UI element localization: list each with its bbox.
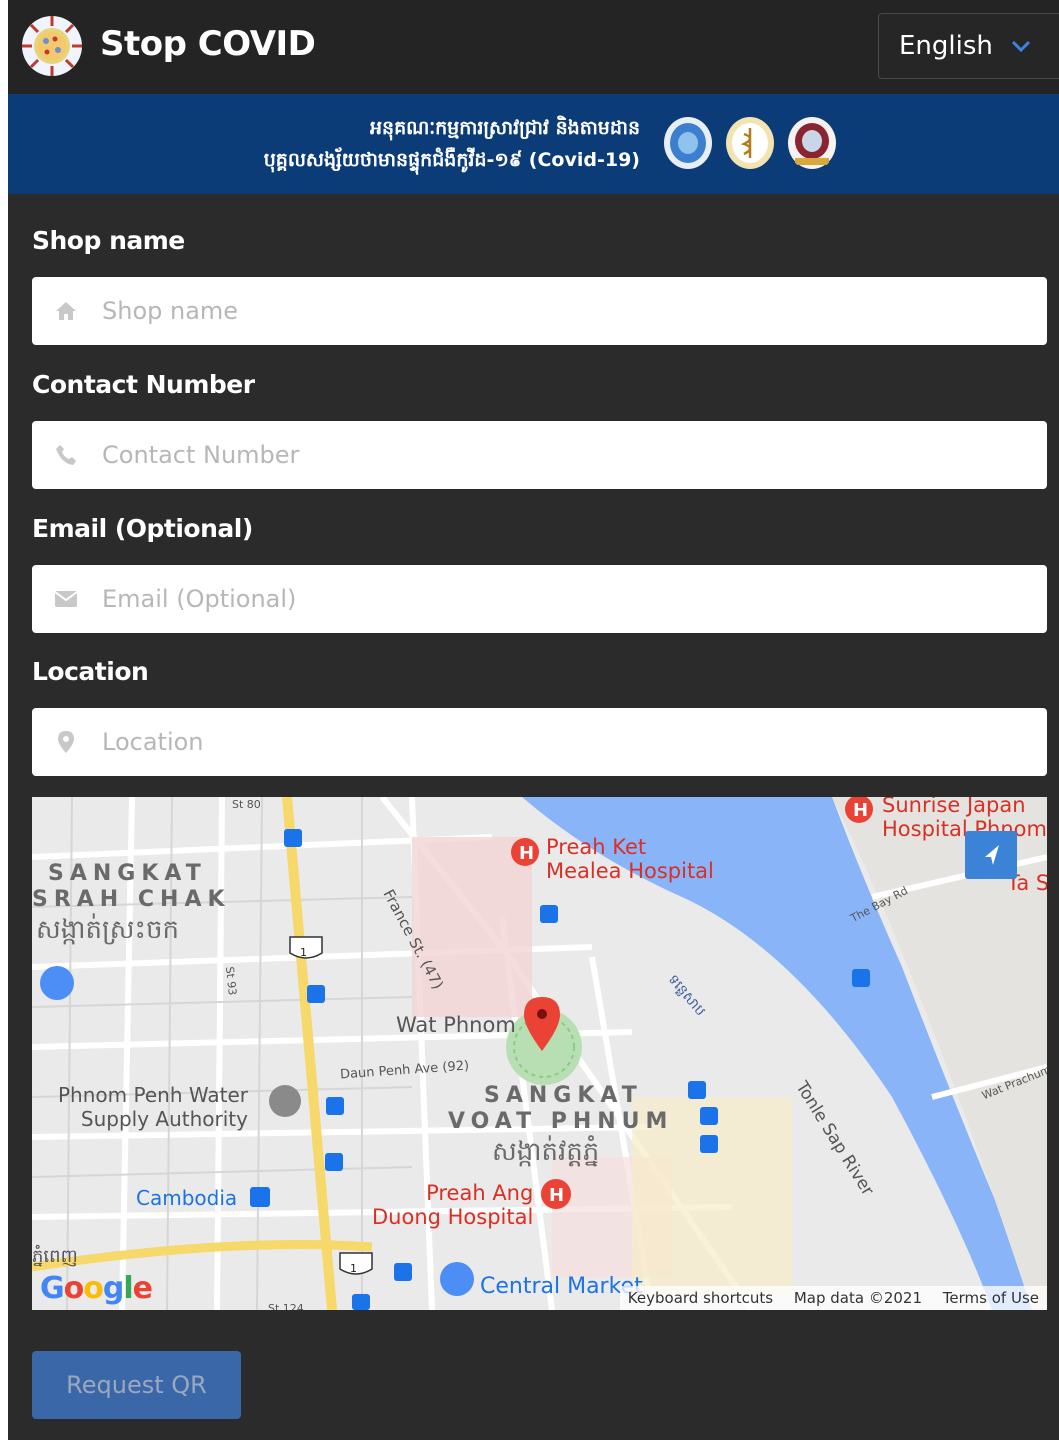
route-shield-label-1: 1 xyxy=(300,946,307,959)
svg-text:H: H xyxy=(549,1185,564,1206)
map-label-cambodia: Cambodia xyxy=(136,1186,238,1210)
covid-virus-logo-icon xyxy=(22,16,82,76)
email-input[interactable] xyxy=(102,565,1022,633)
map-attribution: Keyboard shortcuts Map data ©2021 Terms … xyxy=(619,1286,1047,1310)
language-label: English xyxy=(899,31,993,61)
google-logo: Google xyxy=(40,1271,153,1306)
location-map[interactable]: H H H SANGKAT SRAH CHAK សង្កាត់ស្រះចក SA… xyxy=(32,797,1047,1310)
ministry-seal-icon xyxy=(664,117,712,169)
map-label-st80: St 80 xyxy=(232,798,261,811)
water-line-1: Phnom Penh Water xyxy=(58,1083,248,1107)
banner-text: អនុគណៈកម្មការស្រាវជ្រាវ និងតាមដាន បុគ្គល… xyxy=(264,112,640,176)
map-label-central-market: Central Market xyxy=(480,1274,643,1299)
map-label-wat-phnom: Wat Phnom xyxy=(396,1013,516,1037)
water-line-2: Supply Authority xyxy=(80,1107,248,1131)
contact-number-field[interactable] xyxy=(32,421,1047,489)
map-label-preah-ket: Preah Ket Mealea Hospital xyxy=(546,835,714,883)
request-qr-button[interactable]: Request QR xyxy=(32,1351,241,1419)
map-marker-icon xyxy=(58,731,74,753)
email-label: Email (Optional) xyxy=(32,514,253,543)
map-label-water-supply: Phnom Penh Water Supply Authority xyxy=(58,1083,248,1131)
email-field[interactable] xyxy=(32,565,1047,633)
contact-number-input[interactable] xyxy=(102,421,1022,489)
terms-of-use-link[interactable]: Terms of Use xyxy=(943,1289,1039,1307)
sunrise-line-1: Sunrise Japan xyxy=(882,797,1026,817)
route-shield-label-2: 1 xyxy=(350,1262,357,1275)
shop-name-label: Shop name xyxy=(32,226,185,255)
banner-line-1: អនុគណៈកម្មការស្រាវជ្រាវ និងតាមដាន xyxy=(369,117,640,139)
home-icon xyxy=(56,302,76,320)
svg-text:H: H xyxy=(853,800,868,821)
location-field[interactable] xyxy=(32,708,1047,776)
keyboard-shortcuts-link[interactable]: Keyboard shortcuts xyxy=(628,1289,773,1307)
shop-name-field[interactable] xyxy=(32,277,1047,345)
envelope-icon xyxy=(54,591,78,607)
app-title: Stop COVID xyxy=(100,24,316,64)
map-label-st93: St 93 xyxy=(222,965,239,996)
map-label-st124: St 124 xyxy=(268,1302,304,1310)
navigation-arrow-icon xyxy=(985,845,999,865)
preah-ket-line-1: Preah Ket xyxy=(546,835,647,859)
preah-ang-line-2: Duong Hospital xyxy=(372,1205,534,1229)
language-select[interactable]: English xyxy=(878,13,1059,79)
preah-ket-line-2: Mealea Hospital xyxy=(546,859,714,883)
map-label-sangkat-2: SANGKAT xyxy=(484,1083,643,1108)
page: Stop COVID English អនុគណៈកម្មការស្រាវជ្រ… xyxy=(8,0,1059,1440)
svg-text:H: H xyxy=(519,843,534,864)
map-label-sangkat: SANGKAT xyxy=(48,861,207,886)
map-label-srah-chak-km: សង្កាត់ស្រះចក xyxy=(36,915,179,945)
location-input[interactable] xyxy=(102,708,1022,776)
preah-ang-line-1: Preah Ang xyxy=(426,1181,534,1205)
health-ministry-seal-icon xyxy=(726,117,774,169)
phone-icon xyxy=(56,445,76,465)
map-label-voat-phnum: VOAT PHNUM xyxy=(448,1109,674,1134)
banner-line-2: បុគ្គលសង្ស័យថាមានផ្ទុកជំងឺកូវីដ-១៩ (Covi… xyxy=(263,149,640,171)
ministry-banner: អនុគណៈកម្មការស្រាវជ្រាវ និងតាមដាន បុគ្គល… xyxy=(8,94,1059,194)
map-data-text: Map data ©2021 xyxy=(793,1289,923,1307)
app-header: Stop COVID English xyxy=(8,0,1059,94)
my-location-button[interactable] xyxy=(965,831,1017,879)
map-label-voat-phnum-km: សង្កាត់វត្តភ្នំ xyxy=(492,1137,600,1167)
shop-name-input[interactable] xyxy=(102,277,1022,345)
map-label-preah-ang: Preah Ang Duong Hospital xyxy=(372,1181,533,1229)
location-label: Location xyxy=(32,657,149,686)
institute-seal-icon xyxy=(788,117,836,169)
chevron-down-icon xyxy=(1011,40,1031,53)
map-label-km-bottom: ភ្នំពេញ xyxy=(32,1246,78,1267)
contact-number-label: Contact Number xyxy=(32,370,255,399)
map-label-srah-chak: SRAH CHAK xyxy=(32,887,231,912)
